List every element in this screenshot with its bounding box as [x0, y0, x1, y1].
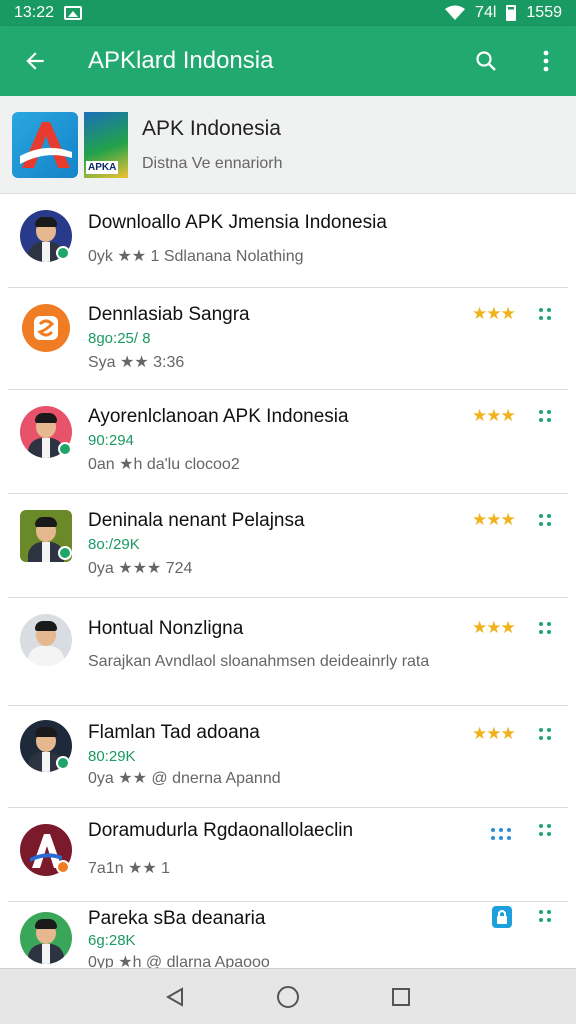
status-badge-icon [56, 860, 70, 874]
list-item[interactable]: Ayorenlclanoan APK Indonesia 90:294 0an … [0, 390, 576, 494]
list-item[interactable]: Downloallo APK Jmensia Indonesia 0yk ★★ … [0, 194, 576, 288]
item-size: 8o:/29K [88, 536, 140, 553]
nav-recents-icon[interactable] [390, 986, 412, 1008]
item-meta: 0ya ★★ @ dnerna Apannd [88, 770, 281, 787]
back-button[interactable] [0, 26, 70, 96]
item-title: Flamlan Tad adoana [88, 722, 260, 743]
item-title: Pareka sBa deanaria [88, 908, 266, 929]
featured-subtitle: Distna Ve ennariorh [142, 154, 283, 172]
item-title: Ayorenlclanoan APK Indonesia [88, 406, 349, 427]
list-item[interactable]: Hontual Nonzligna Sarajkan Avndlaol sloa… [0, 598, 576, 706]
page-title: APKlard Indonsia [88, 47, 274, 74]
search-button[interactable] [456, 26, 516, 96]
list-item[interactable]: Doramudurla Rgdaonallolaeclin 7a1n ★★ 1 [0, 808, 576, 902]
verified-badge-icon [56, 246, 70, 260]
grid-icon[interactable] [539, 622, 551, 634]
search-icon [476, 51, 496, 71]
grid-icon[interactable] [539, 824, 551, 836]
options-icon[interactable] [491, 828, 511, 840]
avatar [20, 912, 72, 964]
list-item[interactable]: Deninala nenant Pelajnsa 8o:/29K 0ya ★★★… [0, 494, 576, 598]
featured-title: APK Indonesia [142, 116, 281, 140]
avatar [20, 614, 72, 666]
rating-stars: ★★★ [472, 618, 516, 637]
grid-icon[interactable] [539, 308, 551, 320]
status-clock-right: 1559 [526, 4, 562, 21]
list-item[interactable]: Pareka sBa deanaria 6g:28K 0yp ★h @ dlar… [0, 902, 576, 968]
rating-stars: ★★★ [472, 724, 516, 743]
back-arrow-icon [26, 52, 44, 70]
grid-icon[interactable] [539, 910, 551, 922]
verified-badge-icon [58, 442, 72, 456]
system-nav-bar [0, 968, 576, 1024]
item-size: 6g:28K [88, 932, 136, 949]
lock-button[interactable] [492, 906, 512, 928]
item-size: 8go:25/ 8 [88, 330, 151, 347]
grid-icon[interactable] [539, 728, 551, 740]
apk-secondary-logo-icon: APKA [84, 111, 128, 178]
item-meta: 0ya ★★★ 724 [88, 560, 193, 577]
item-title: Doramudurla Rgdaonallolaeclin [88, 820, 354, 841]
list-item[interactable]: Flamlan Tad adoana 80:29K 0ya ★★ @ dnern… [0, 706, 576, 808]
signal-text: 74l [475, 4, 497, 21]
item-size: 90:294 [88, 432, 134, 449]
app-bar: APKlard Indonsia [0, 26, 576, 96]
rating-stars: ★★★ [472, 510, 516, 529]
status-bar: 13:22 74l 1559 [0, 0, 576, 26]
battery-icon [506, 5, 517, 21]
item-size: 80:29K [88, 748, 136, 765]
item-title: Downloallo APK Jmensia Indonesia [88, 212, 387, 233]
more-options-button[interactable] [516, 26, 576, 96]
featured-app-card[interactable]: APKA APK Indonesia Distna Ve ennariorh [0, 96, 576, 194]
item-title: Deninala nenant Pelajnsa [88, 510, 305, 531]
apk-logo-icon [12, 111, 78, 178]
wifi-icon [445, 5, 466, 20]
list-item[interactable]: Dennlasiab Sangra 8go:25/ 8 Sya ★★ 3:36 … [0, 288, 576, 390]
item-title: Dennlasiab Sangra [88, 304, 250, 325]
grid-icon[interactable] [539, 514, 551, 526]
item-title: Hontual Nonzligna [88, 618, 244, 639]
grid-icon[interactable] [539, 410, 551, 422]
rating-stars: ★★★ [472, 304, 516, 323]
lock-icon [497, 910, 507, 924]
item-meta: 7a1n ★★ 1 [88, 860, 171, 877]
nav-back-icon[interactable] [164, 986, 186, 1008]
item-meta: Sya ★★ 3:36 [88, 354, 185, 371]
item-description: Sarajkan Avndlaol sloanahmsen deideainrl… [88, 653, 430, 670]
item-meta: 0yp ★h @ dlarna Apaooo [88, 954, 270, 968]
rating-stars: ★★★ [472, 406, 516, 425]
image-notification-icon [64, 6, 83, 20]
verified-badge-icon [58, 546, 72, 560]
secondary-logo-label: APKA [86, 160, 119, 174]
item-meta: 0an ★h da'lu clocoo2 [88, 456, 240, 473]
more-vert-icon [543, 50, 549, 72]
item-meta: 0yk ★★ 1 Sdlanana Nolathing [88, 248, 304, 265]
app-logo-icon [22, 304, 70, 352]
nav-home-icon[interactable] [275, 984, 301, 1010]
status-time: 13:22 [14, 4, 55, 21]
verified-badge-icon [56, 756, 70, 770]
